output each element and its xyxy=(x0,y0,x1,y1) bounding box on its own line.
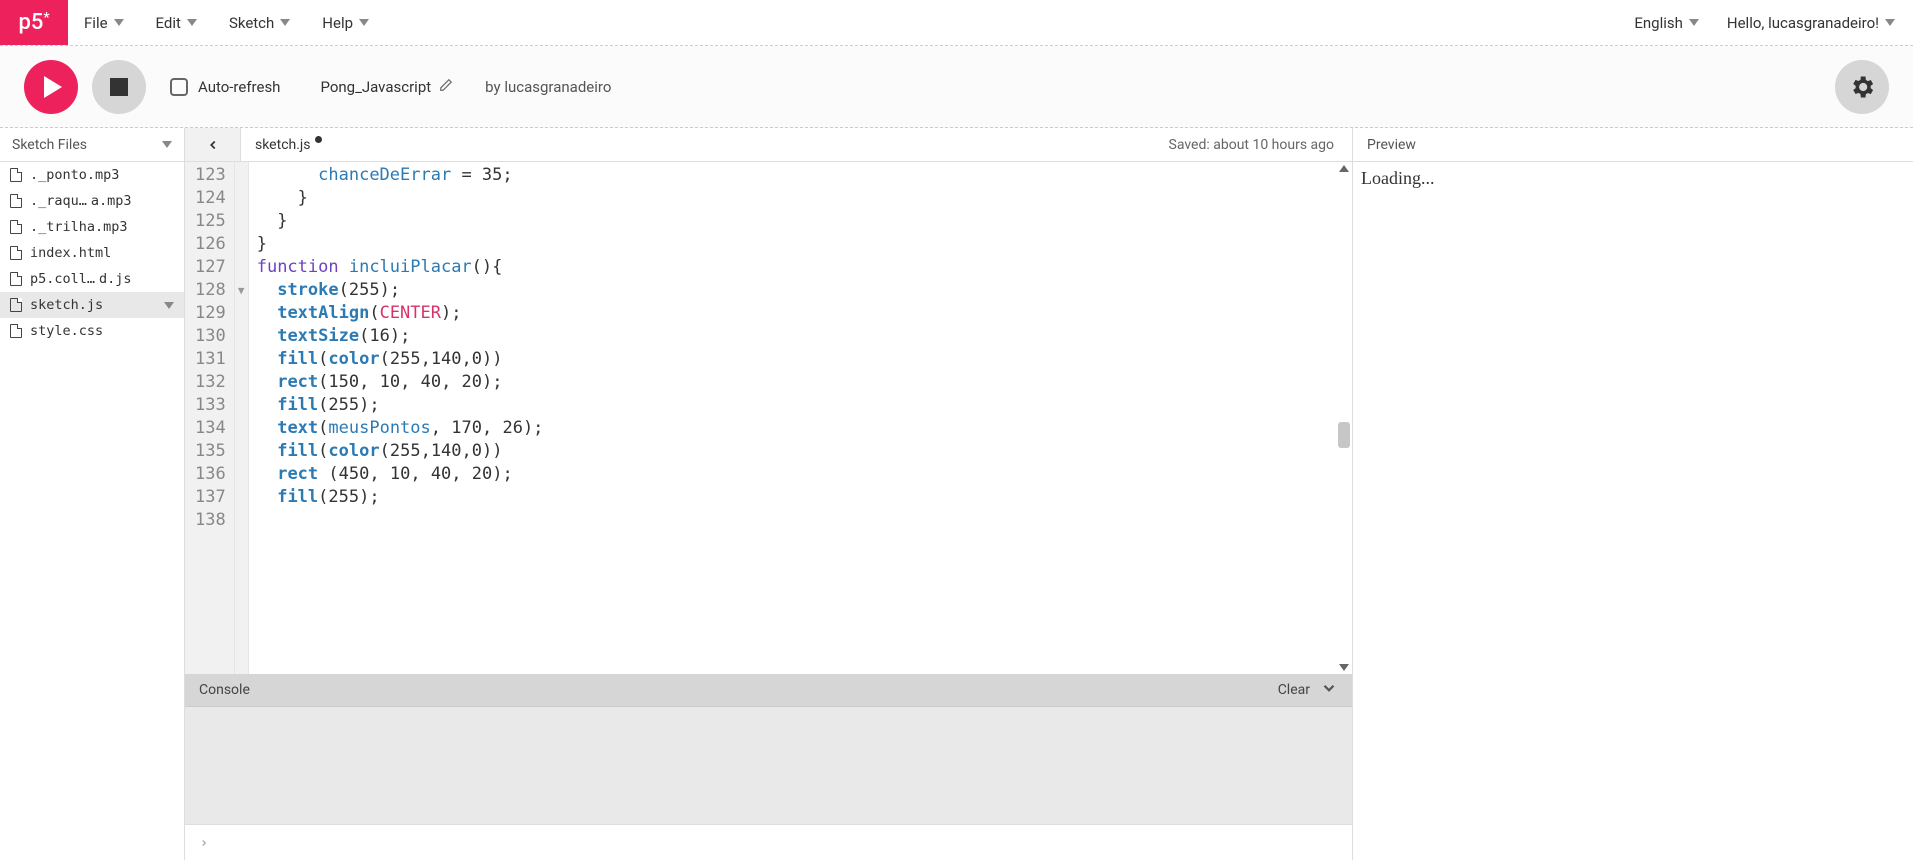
menubar: p5* File Edit Sketch Help English Hello,… xyxy=(0,0,1913,46)
console-title: Console xyxy=(199,682,250,698)
file-name: ._trilha.mp3 xyxy=(30,219,128,235)
editor-pane: sketch.js Saved: about 10 hours ago 1231… xyxy=(185,128,1353,860)
sketch-author: by lucasgranadeiro xyxy=(485,78,611,96)
chevron-down-icon[interactable] xyxy=(164,297,174,313)
play-icon xyxy=(44,76,62,98)
file-name: style.css xyxy=(30,323,103,339)
file-name: ._raqu…a.mp3 xyxy=(30,193,132,209)
file-icon xyxy=(10,272,22,286)
saved-status: Saved: about 10 hours ago xyxy=(1169,137,1352,153)
file-row[interactable]: style.css xyxy=(0,318,184,344)
toolbar: Auto-refresh Pong_Javascript by lucasgra… xyxy=(0,46,1913,128)
file-name: ._ponto.mp3 xyxy=(30,167,119,183)
file-row[interactable]: p5.coll…d.js xyxy=(0,266,184,292)
preview-content: Loading... xyxy=(1353,162,1913,860)
menu-left-group: File Edit Sketch Help xyxy=(68,0,369,45)
menu-file[interactable]: File xyxy=(84,14,124,32)
logo[interactable]: p5* xyxy=(0,0,68,45)
chevron-down-icon xyxy=(187,19,197,26)
file-row[interactable]: index.html xyxy=(0,240,184,266)
file-icon xyxy=(10,168,22,182)
sidebar: Sketch Files ._ponto.mp3 ._raqu…a.mp3 ._tr… xyxy=(0,128,185,860)
stop-button[interactable] xyxy=(92,60,146,114)
console-body xyxy=(185,706,1352,824)
auto-refresh-checkbox[interactable] xyxy=(170,78,188,96)
code-content[interactable]: chanceDeErrar = 35; } }}function incluiP… xyxy=(249,162,1352,674)
menu-right-group: English Hello, lucasgranadeiro! xyxy=(1634,0,1913,45)
file-row[interactable]: ._raqu…a.mp3 xyxy=(0,188,184,214)
file-icon xyxy=(10,194,22,208)
editor-tab[interactable]: sketch.js xyxy=(241,137,322,153)
preview-pane: Preview Loading... xyxy=(1353,128,1913,860)
collapse-sidebar-button[interactable] xyxy=(185,128,241,161)
chevron-left-icon xyxy=(206,138,220,152)
console-clear-button[interactable]: Clear xyxy=(1278,679,1338,701)
settings-button[interactable] xyxy=(1835,60,1889,114)
chevron-down-icon xyxy=(1885,19,1895,26)
chevron-down-icon xyxy=(280,19,290,26)
scrollbar-thumb[interactable] xyxy=(1338,422,1350,448)
play-button[interactable] xyxy=(24,60,78,114)
file-name: sketch.js xyxy=(30,297,103,313)
file-row[interactable]: sketch.js xyxy=(0,292,184,318)
menu-sketch[interactable]: Sketch xyxy=(229,14,290,32)
scroll-up-icon[interactable] xyxy=(1339,165,1349,172)
file-name: index.html xyxy=(30,245,111,261)
code-editor[interactable]: 1231241251261271281291301311321331341351… xyxy=(185,162,1352,674)
pencil-icon xyxy=(439,78,453,96)
editor-header: sketch.js Saved: about 10 hours ago xyxy=(185,128,1352,162)
main-area: Sketch Files ._ponto.mp3 ._raqu…a.mp3 ._tr… xyxy=(0,128,1913,860)
file-icon xyxy=(10,220,22,234)
sidebar-header[interactable]: Sketch Files xyxy=(0,128,184,162)
sketch-name[interactable]: Pong_Javascript xyxy=(320,78,453,96)
user-menu[interactable]: Hello, lucasgranadeiro! xyxy=(1727,14,1895,32)
file-row[interactable]: ._trilha.mp3 xyxy=(0,214,184,240)
file-icon xyxy=(10,324,22,338)
file-name: p5.coll…d.js xyxy=(30,271,132,287)
auto-refresh-label: Auto-refresh xyxy=(198,78,280,96)
chevron-down-icon xyxy=(114,19,124,26)
line-gutter: 1231241251261271281291301311321331341351… xyxy=(185,162,235,674)
file-row[interactable]: ._ponto.mp3 xyxy=(0,162,184,188)
menu-edit[interactable]: Edit xyxy=(156,14,197,32)
file-icon xyxy=(10,246,22,260)
menu-help[interactable]: Help xyxy=(322,14,369,32)
unsaved-indicator-icon xyxy=(315,136,322,143)
console-input[interactable] xyxy=(185,824,1352,860)
chevron-down-icon xyxy=(1689,19,1699,26)
file-list: ._ponto.mp3 ._raqu…a.mp3 ._trilha.mp3index… xyxy=(0,162,184,860)
stop-icon xyxy=(110,78,128,96)
auto-refresh-toggle[interactable]: Auto-refresh xyxy=(170,78,280,96)
fold-gutter[interactable]: ▼ xyxy=(235,162,249,674)
file-icon xyxy=(10,298,22,312)
chevron-down-icon xyxy=(359,19,369,26)
preview-header: Preview xyxy=(1353,128,1913,162)
language-selector[interactable]: English xyxy=(1634,14,1699,32)
scroll-down-icon[interactable] xyxy=(1339,664,1349,671)
chevron-right-icon xyxy=(199,838,209,848)
chevron-down-icon xyxy=(162,141,172,148)
console-header: Console Clear xyxy=(185,674,1352,706)
chevron-down-icon[interactable] xyxy=(1320,679,1338,701)
gear-icon xyxy=(1848,73,1876,101)
